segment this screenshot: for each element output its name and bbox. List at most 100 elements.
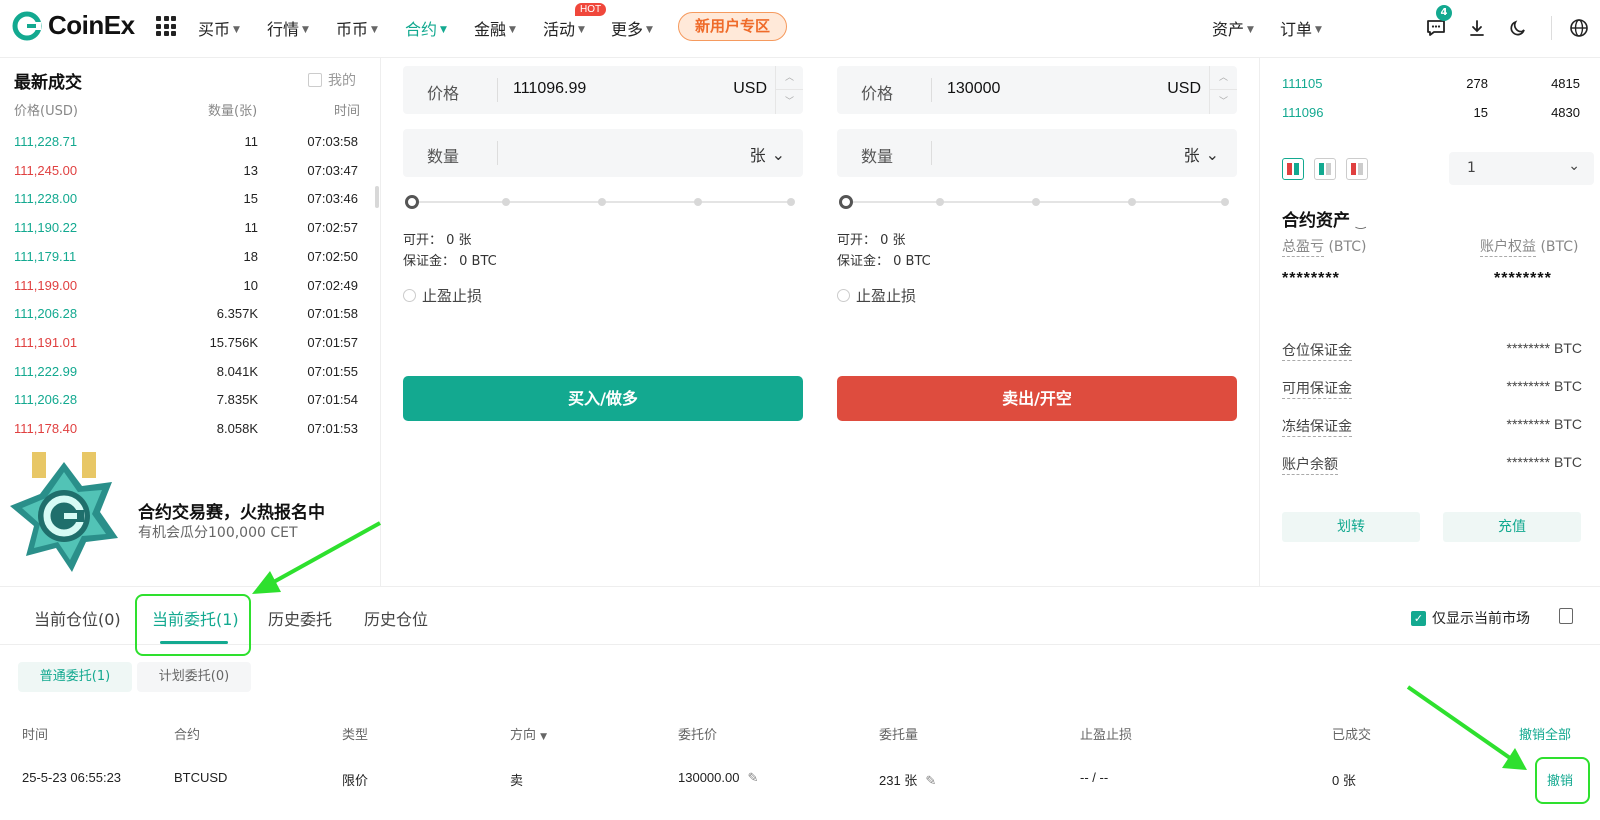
orderbook-price[interactable]: 111096 <box>1282 105 1323 120</box>
orderbook-sell-view-icon[interactable] <box>1346 158 1368 180</box>
trade-price[interactable]: 111,206.28 <box>14 392 77 407</box>
radio-circle[interactable] <box>403 289 416 302</box>
buy-amount-slider[interactable] <box>405 195 797 209</box>
nav-markets[interactable]: 行情 ▼ <box>267 16 309 40</box>
quantity-unit-dropdown[interactable]: 张 ⌄ <box>1184 142 1219 166</box>
trade-qty: 11 <box>244 134 259 149</box>
slider-handle[interactable] <box>839 195 853 209</box>
nav-spot[interactable]: 币币 ▼ <box>336 16 378 40</box>
dark-mode-moon-icon[interactable] <box>1506 16 1530 40</box>
caret-down-icon: ▼ <box>1315 24 1322 35</box>
trade-time: 07:02:57 <box>307 220 358 236</box>
slider-mark[interactable] <box>1032 198 1040 206</box>
orderbook-price[interactable]: 111105 <box>1282 76 1323 91</box>
step-down-icon[interactable]: ﹀ <box>776 90 803 114</box>
field-divider <box>931 78 932 102</box>
tab-order-history[interactable]: 历史委托 <box>268 606 332 630</box>
quantity-unit-dropdown[interactable]: 张 ⌄ <box>750 142 785 166</box>
trade-price[interactable]: 111,222.99 <box>14 364 77 379</box>
step-down-icon[interactable]: ﹀ <box>1210 90 1237 114</box>
equity-value: ******** <box>1494 270 1552 287</box>
promo-banner[interactable]: 合约交易赛，火热报名中 有机会瓜分100,000 CET <box>0 452 381 586</box>
tab-position-history[interactable]: 历史仓位 <box>364 606 428 630</box>
globe-language-icon[interactable] <box>1567 16 1591 40</box>
buy-price-input[interactable]: 111096.99 <box>513 80 586 98</box>
new-user-zone-button[interactable]: 新用户专区 <box>678 12 787 41</box>
col-tpsl: 止盈止损 <box>1080 728 1133 743</box>
trade-price[interactable]: 111,199.00 <box>14 278 77 293</box>
slider-mark[interactable] <box>502 198 510 206</box>
subtab-normal-orders[interactable]: 普通委托(1) <box>18 662 132 692</box>
trade-price[interactable]: 111,228.00 <box>14 191 77 206</box>
orderbook-both-view-icon[interactable] <box>1282 158 1304 180</box>
slider-mark[interactable] <box>936 198 944 206</box>
margin-label: 保证金： <box>403 254 456 269</box>
cancel-all-button[interactable]: 撤销全部 <box>1519 724 1571 743</box>
price-stepper[interactable]: ︿ ﹀ <box>775 66 803 114</box>
radio-circle[interactable] <box>837 289 850 302</box>
tab-current-positions[interactable]: 当前仓位(0) <box>34 606 121 630</box>
slider-mark[interactable] <box>694 198 702 206</box>
trade-row: 111,179.11 18 07:02:50 <box>14 249 358 278</box>
document-icon[interactable] <box>1559 608 1573 624</box>
orderbook-qty: 15 <box>1473 105 1488 120</box>
order-contract: BTCUSD <box>174 770 228 785</box>
sell-price-input[interactable]: 130000 <box>947 80 1000 98</box>
slider-mark[interactable] <box>787 198 795 206</box>
trade-price[interactable]: 111,178.40 <box>14 421 77 436</box>
scrollbar[interactable] <box>375 186 379 208</box>
edit-icon[interactable]: ✎ <box>925 773 936 789</box>
trade-price[interactable]: 111,190.22 <box>14 220 77 235</box>
step-up-icon[interactable]: ︿ <box>1210 66 1237 90</box>
caret-down-icon: ▼ <box>440 24 447 35</box>
field-divider <box>497 78 498 102</box>
nav-assets[interactable]: 资产 ▼ <box>1212 16 1254 40</box>
deposit-button[interactable]: 充值 <box>1443 512 1581 542</box>
trade-price[interactable]: 111,245.00 <box>14 163 77 178</box>
checkmark-icon[interactable]: ✓ <box>1411 610 1426 626</box>
sell-amount-slider[interactable] <box>839 195 1231 209</box>
my-trades-toggle[interactable]: 我的 <box>308 70 356 90</box>
nav-futures[interactable]: 合约 ▼ <box>405 16 447 40</box>
slider-mark[interactable] <box>1128 198 1136 206</box>
nav-orders[interactable]: 订单 ▼ <box>1280 16 1322 40</box>
orderbook-buy-view-icon[interactable] <box>1314 158 1336 180</box>
checkbox[interactable] <box>308 73 322 87</box>
price-precision-dropdown[interactable]: 1 ⌄ <box>1449 152 1594 185</box>
col-type: 类型 <box>342 728 369 743</box>
nav-label: 合约 <box>405 20 438 39</box>
nav-more[interactable]: 更多 ▼ <box>611 16 653 40</box>
subtab-plan-orders[interactable]: 计划委托(0) <box>137 662 251 692</box>
eye-hidden-icon[interactable]: ‿ <box>1356 215 1366 229</box>
open-label: 可开： <box>837 233 877 248</box>
nav-buy-crypto[interactable]: 买币 ▼ <box>198 16 240 40</box>
sell-price-field[interactable]: 价格 130000 USD ︿ ﹀ <box>837 66 1237 114</box>
slider-mark[interactable] <box>598 198 606 206</box>
row-label: 冻结保证金 <box>1282 419 1352 437</box>
sell-short-button[interactable]: 卖出/开空 <box>837 376 1237 421</box>
sell-quantity-field[interactable]: 数量 张 ⌄ <box>837 129 1237 177</box>
buy-tpsl-option[interactable]: 止盈止损 <box>403 285 482 306</box>
trade-price[interactable]: 111,206.28 <box>14 306 77 321</box>
transfer-button[interactable]: 划转 <box>1282 512 1420 542</box>
apps-grid-icon[interactable] <box>156 16 176 36</box>
price-stepper[interactable]: ︿ ﹀ <box>1209 66 1237 114</box>
buy-quantity-field[interactable]: 数量 张 ⌄ <box>403 129 803 177</box>
trade-price[interactable]: 111,191.01 <box>14 335 77 350</box>
nav-finance[interactable]: 金融 ▼ <box>474 16 516 40</box>
buy-price-field[interactable]: 价格 111096.99 USD ︿ ﹀ <box>403 66 803 114</box>
step-up-icon[interactable]: ︿ <box>776 66 803 90</box>
edit-icon[interactable]: ✎ <box>747 770 758 786</box>
slider-mark[interactable] <box>1221 198 1229 206</box>
slider-handle[interactable] <box>405 195 419 209</box>
sell-tpsl-option[interactable]: 止盈止损 <box>837 285 916 306</box>
nav-label: 更多 <box>611 20 644 39</box>
col-side[interactable]: 方向 ▼ <box>510 724 547 743</box>
coinex-logo[interactable]: CoinEx <box>12 10 135 41</box>
buy-long-button[interactable]: 买入/做多 <box>403 376 803 421</box>
trade-price[interactable]: 111,228.71 <box>14 134 77 149</box>
download-icon[interactable] <box>1465 16 1489 40</box>
nav-activities[interactable]: 活动 ▼ <box>543 16 585 40</box>
only-current-market-toggle[interactable]: ✓ 仅显示当前市场 <box>1411 608 1530 628</box>
trade-price[interactable]: 111,179.11 <box>14 249 76 264</box>
